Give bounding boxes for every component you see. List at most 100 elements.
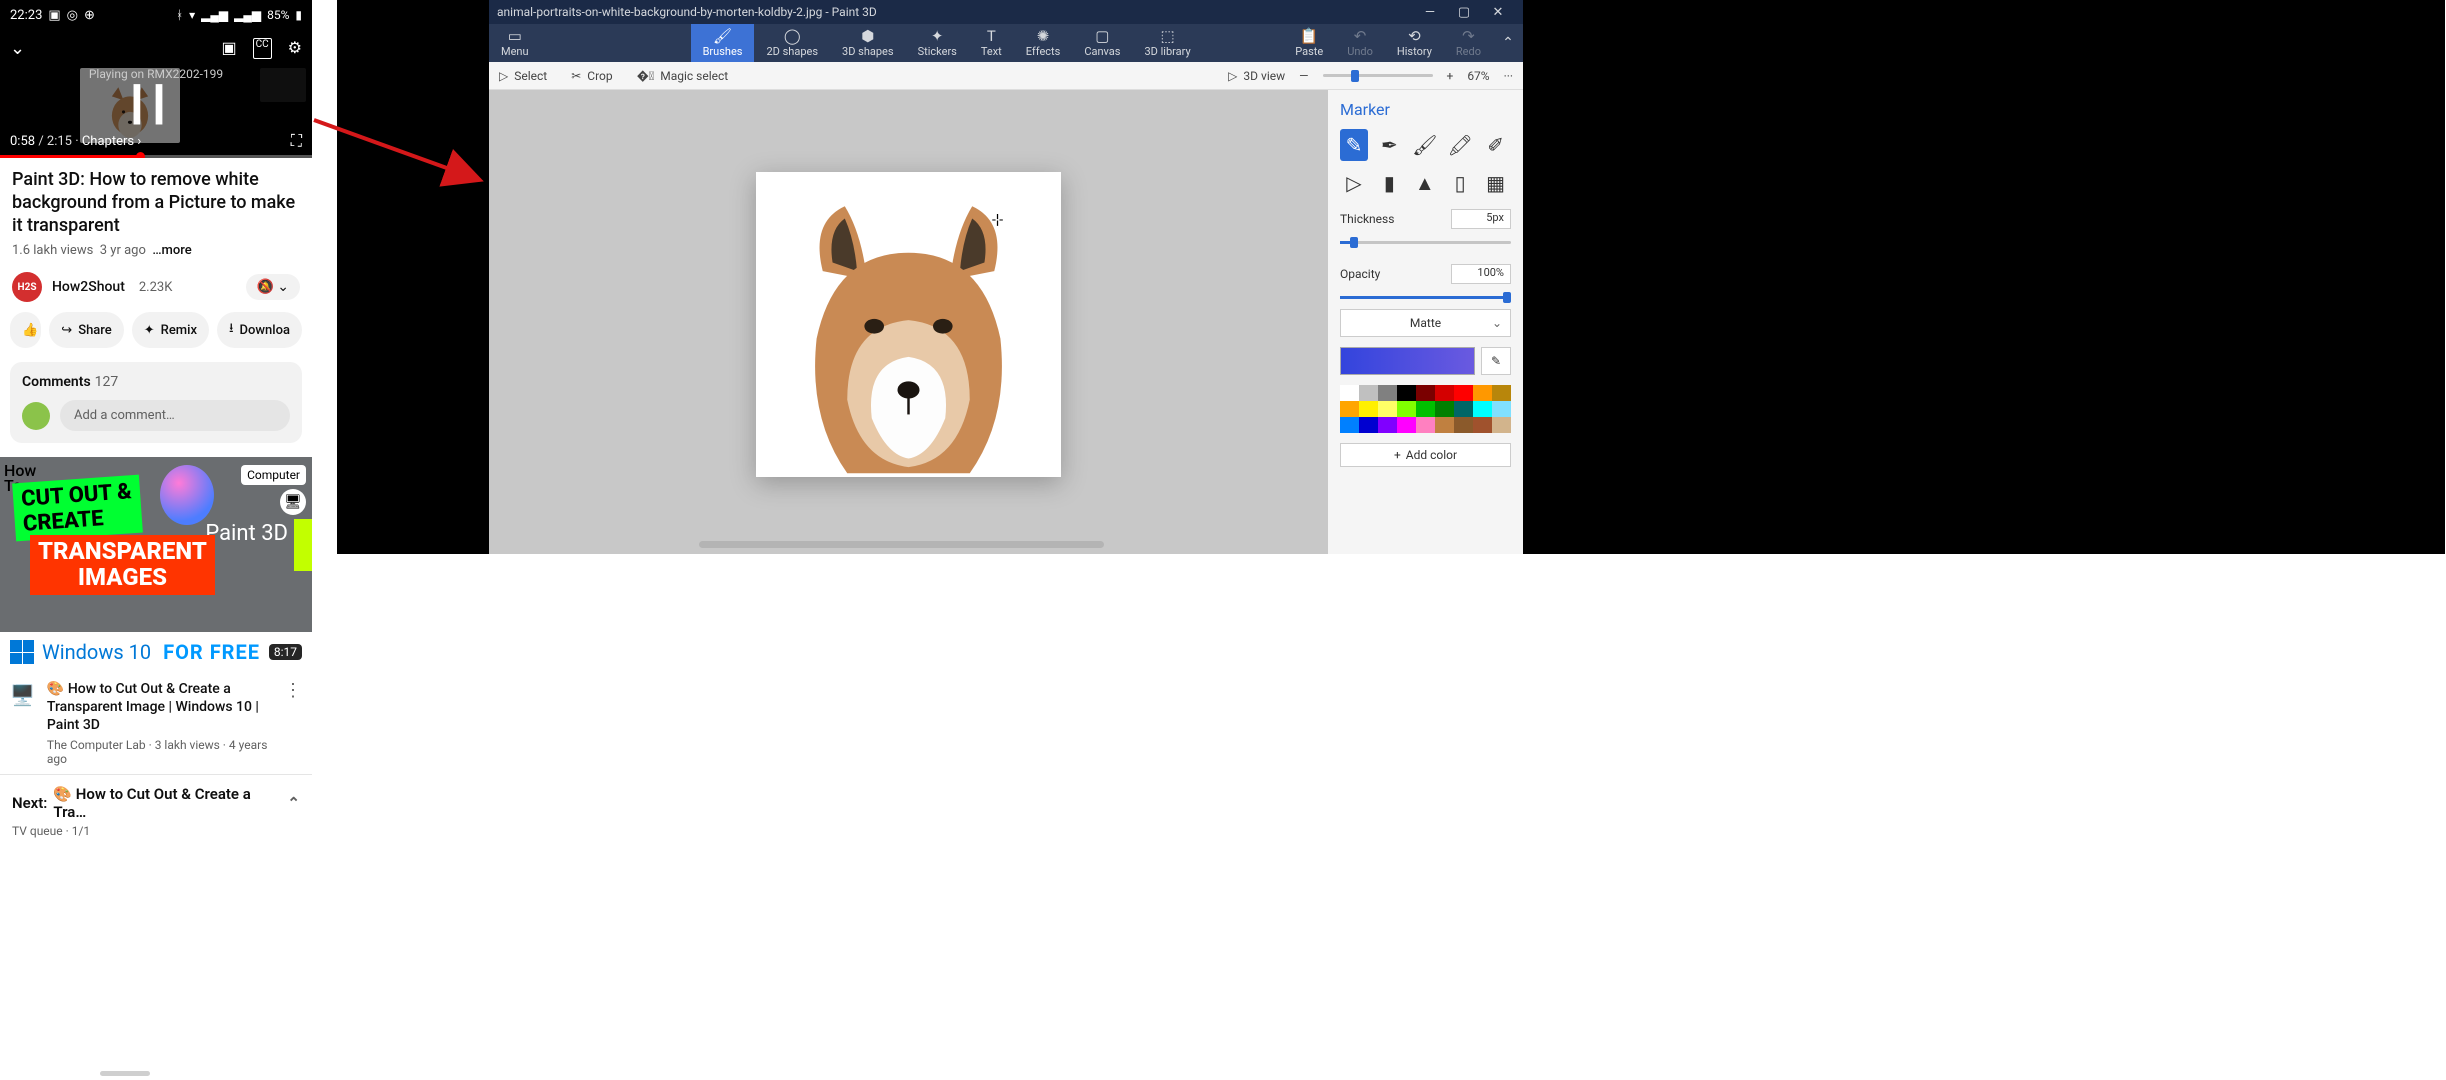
channel-avatar[interactable]: H2S [12,272,42,302]
undo-button[interactable]: ↶Undo [1335,24,1385,62]
chevron-down-icon[interactable]: ⌄ [10,38,25,59]
color-swatch[interactable] [1397,417,1416,433]
comments-card[interactable]: Comments127 Add a comment… [10,362,302,443]
brush-crayon[interactable]: ▮ [1375,167,1403,199]
brush-oil[interactable]: 🖌 [1411,129,1439,161]
color-swatch[interactable] [1397,385,1416,401]
fullscreen-icon[interactable]: ⛶ [291,131,302,151]
color-swatch[interactable] [1416,401,1435,417]
thickness-slider[interactable] [1340,241,1511,244]
brush-eraser[interactable]: ▷ [1340,167,1368,199]
material-dropdown[interactable]: Matte [1340,309,1511,337]
color-swatch[interactable] [1435,401,1454,417]
remix-button[interactable]: ✦Remix [132,312,209,348]
color-swatch[interactable] [1492,385,1511,401]
brush-calligraphy[interactable]: ✒ [1375,129,1403,161]
color-swatch[interactable] [1435,417,1454,433]
tab-3d-shapes[interactable]: ⬢3D shapes [830,24,906,62]
cast-icon[interactable]: ▣ [222,38,237,59]
tab-3d-library[interactable]: ⬚3D library [1132,24,1202,62]
brush-pencil[interactable]: ✐ [1482,129,1510,161]
close-button[interactable]: ✕ [1481,5,1515,20]
zoom-in-button[interactable]: + [1447,69,1454,83]
recommended-thumbnail[interactable]: How To Computer 🖥 CUT OUT & CREATE Paint… [0,457,312,632]
video-player[interactable]: ⌄ ▣ CC ⚙ Playing on RMX2202-199 ▎▎ 0:58 … [0,30,312,158]
color-swatch[interactable] [1359,401,1378,417]
color-swatch[interactable] [1416,417,1435,433]
history-button[interactable]: ⟲History [1385,24,1444,62]
color-swatch[interactable] [1473,417,1492,433]
tab-canvas[interactable]: ▢Canvas [1072,24,1132,62]
add-color-button[interactable]: +Add color [1340,443,1511,467]
zoom-slider[interactable] [1323,74,1433,77]
captions-icon[interactable]: CC [253,38,272,59]
brush-watercolor[interactable]: 🖍 [1446,129,1474,161]
color-swatch[interactable] [1378,385,1397,401]
brush-pixel[interactable]: ▲ [1411,167,1439,199]
settings-gear-icon[interactable]: ⚙ [288,38,302,59]
color-swatch[interactable] [1359,417,1378,433]
comment-input[interactable]: Add a comment… [60,400,290,431]
recommended-title[interactable]: 🎨 How to Cut Out & Create a Transparent … [47,680,272,735]
brush-marker[interactable]: ✎ [1340,129,1368,161]
color-swatch[interactable] [1492,401,1511,417]
paste-button[interactable]: 📋Paste [1283,24,1335,62]
color-swatch[interactable] [1435,385,1454,401]
color-swatch[interactable] [1340,401,1359,417]
color-swatch[interactable] [1492,417,1511,433]
collapse-ribbon-button[interactable]: ⌃ [1493,24,1523,62]
brush-spray[interactable]: ▯ [1446,167,1474,199]
color-swatch[interactable] [1473,385,1492,401]
tab-text[interactable]: TText [969,24,1014,62]
progress-bar[interactable] [0,155,312,158]
drag-handle[interactable] [100,1071,150,1076]
channel-row[interactable]: H2S How2Shout 2.23K 🔕⌄ [0,262,312,312]
recommended-meta[interactable]: 🖥️ 🎨 How to Cut Out & Create a Transpare… [0,672,312,774]
more-button[interactable]: …more [152,243,191,258]
crop-tool[interactable]: ✂Crop [571,69,612,83]
current-color[interactable] [1340,347,1475,375]
redo-button[interactable]: ↷Redo [1444,24,1493,62]
pause-button[interactable]: ▎▎ [0,85,312,125]
chapters-button[interactable]: Chapters › [82,134,141,149]
chevron-up-icon[interactable]: ⌃ [287,794,300,812]
color-swatch[interactable] [1340,385,1359,401]
color-swatch[interactable] [1454,417,1473,433]
more-icon[interactable]: ··· [1504,69,1513,83]
color-swatch[interactable] [1416,385,1435,401]
color-swatch[interactable] [1454,385,1473,401]
video-title[interactable]: Paint 3D: How to remove white background… [12,168,300,237]
share-button[interactable]: ↪Share [49,312,123,348]
eyedropper-button[interactable]: ✎ [1481,347,1511,375]
color-swatch[interactable] [1359,385,1378,401]
color-swatch[interactable] [1340,417,1359,433]
tab-2d-shapes[interactable]: ◯2D shapes [754,24,830,62]
tab-effects[interactable]: ✺Effects [1014,24,1073,62]
like-button[interactable]: 👍1.6K [10,312,41,348]
horizontal-scrollbar[interactable] [699,541,1104,548]
minimize-button[interactable]: — [1413,5,1447,20]
maximize-button[interactable]: ▢ [1447,5,1481,20]
color-swatch[interactable] [1378,417,1397,433]
color-swatch[interactable] [1454,401,1473,417]
up-next-bar[interactable]: Next: 🎨 How to Cut Out & Create a Tra… ⌃… [0,774,312,842]
opacity-slider[interactable] [1340,296,1511,299]
magic-select-tool[interactable]: �ัMagic select [637,69,729,83]
brush-fill[interactable]: ▦ [1482,167,1510,199]
notifications-button[interactable]: 🔕⌄ [246,274,300,300]
tab-stickers[interactable]: ✦Stickers [906,24,969,62]
select-tool[interactable]: ▷Select [499,69,547,83]
canvas-viewport[interactable]: -¦- [489,90,1328,554]
zoom-out-button[interactable]: — [1299,69,1308,83]
color-swatch[interactable] [1397,401,1416,417]
color-swatch[interactable] [1378,401,1397,417]
more-menu-icon[interactable]: ⋮ [284,680,302,766]
channel-name[interactable]: How2Shout [52,279,125,295]
opacity-input[interactable]: 100% [1451,264,1511,284]
thickness-input[interactable]: 5px [1451,209,1511,229]
download-button[interactable]: ⭳Downloa [217,312,302,348]
canvas[interactable]: -¦- [756,172,1061,477]
3d-view-toggle[interactable]: ▷3D view [1228,69,1285,83]
color-swatch[interactable] [1473,401,1492,417]
tab-brushes[interactable]: 🖌Brushes [691,24,755,62]
